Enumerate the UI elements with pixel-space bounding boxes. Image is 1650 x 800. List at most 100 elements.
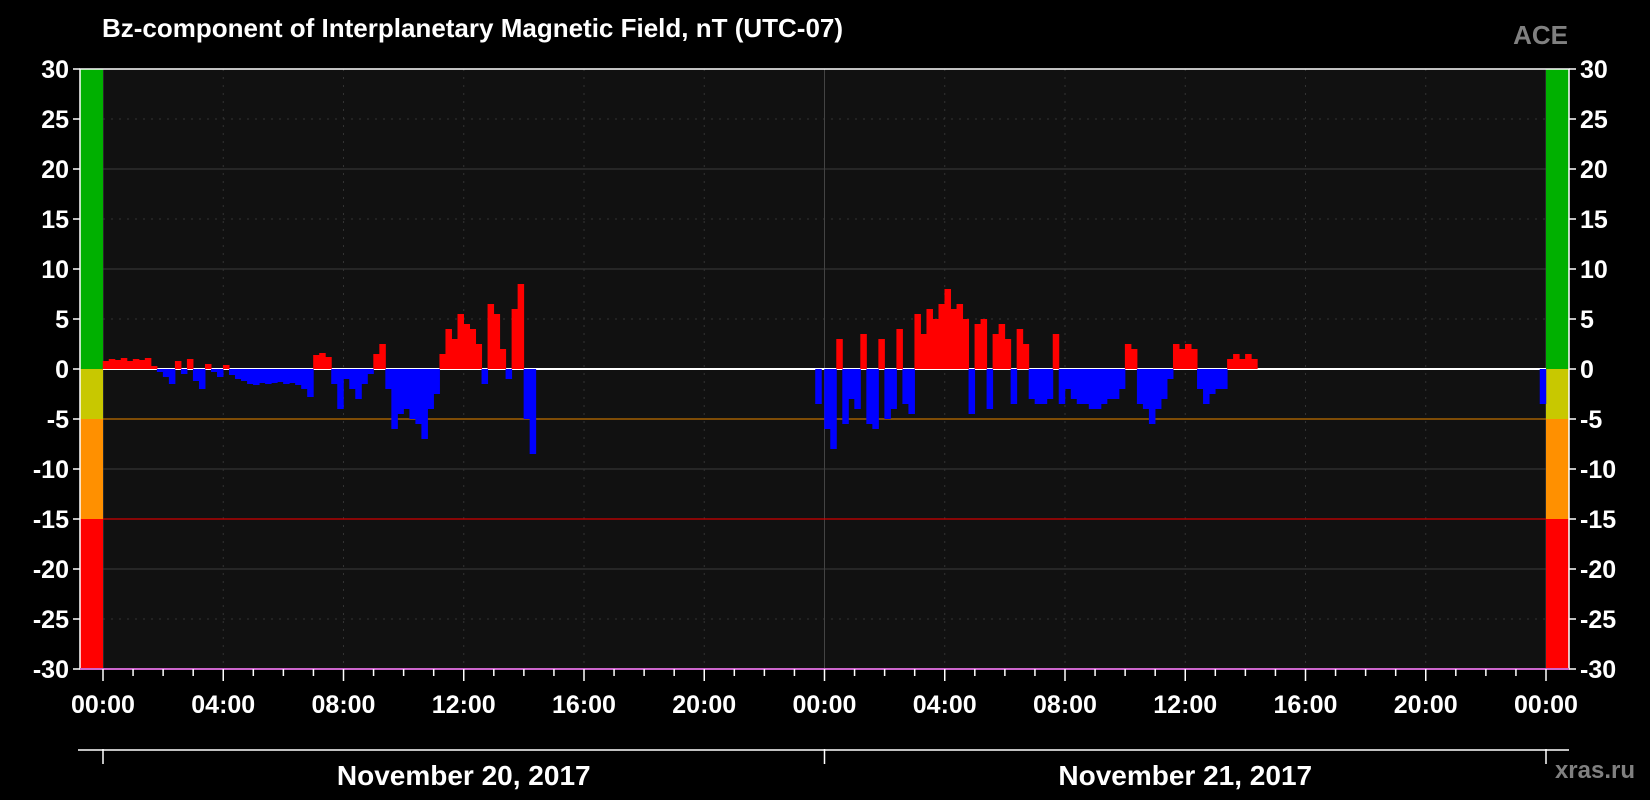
scale-band-left	[80, 69, 103, 369]
data-bar	[1203, 369, 1210, 404]
data-bar	[1191, 349, 1198, 369]
data-bar	[908, 369, 915, 414]
data-bar	[836, 339, 843, 369]
data-bar	[824, 369, 831, 429]
x-tick-label: 08:00	[1033, 691, 1097, 719]
scale-band-right	[1546, 519, 1569, 669]
x-tick-label: 00:00	[1514, 691, 1578, 719]
y-tick-label-left: 30	[41, 56, 69, 84]
x-tick-label: 04:00	[191, 691, 255, 719]
data-bar	[114, 360, 122, 369]
data-bar	[884, 369, 891, 419]
data-bar	[397, 369, 404, 414]
data-bar	[890, 369, 897, 409]
scale-band-right	[1546, 419, 1569, 519]
data-bar	[463, 324, 471, 369]
data-bar	[499, 349, 507, 369]
x-tick-label: 12:00	[1153, 691, 1217, 719]
data-bar	[265, 369, 272, 384]
y-tick-label-right: 5	[1580, 306, 1594, 334]
data-bar	[253, 369, 260, 385]
data-bar	[180, 369, 188, 374]
data-bar	[872, 369, 879, 429]
y-tick-label-right: -30	[1580, 656, 1616, 684]
data-bar	[385, 369, 392, 389]
data-bar	[1227, 359, 1234, 369]
scale-band-right	[1546, 69, 1569, 369]
data-bar	[379, 344, 386, 369]
data-bar	[439, 354, 446, 369]
data-bar	[391, 369, 398, 429]
data-bar	[186, 359, 194, 369]
data-bar	[1124, 344, 1132, 369]
data-bar	[475, 344, 483, 369]
data-bar	[319, 353, 326, 369]
y-tick-label-left: -25	[33, 606, 69, 634]
data-bar	[493, 314, 501, 369]
data-bar	[815, 369, 822, 404]
data-bar	[409, 369, 416, 419]
x-tick-label: 20:00	[1394, 691, 1458, 719]
source-label: ACE	[1513, 20, 1568, 50]
data-bar	[325, 357, 332, 369]
y-tick-label-left: 5	[55, 306, 69, 334]
watermark: xras.ru	[1555, 757, 1635, 784]
data-bar	[457, 314, 464, 369]
y-tick-label-left: -20	[33, 556, 69, 584]
y-tick-label-right: -5	[1580, 406, 1602, 434]
data-bar	[1209, 369, 1216, 394]
data-bar	[998, 324, 1006, 369]
y-tick-label-left: -5	[47, 406, 69, 434]
data-bar	[1082, 369, 1090, 404]
x-tick-label: 08:00	[312, 691, 376, 719]
data-bar	[1094, 369, 1102, 409]
data-bar	[523, 369, 531, 419]
data-bar	[1233, 354, 1240, 369]
data-bar	[1239, 359, 1246, 369]
data-bar	[331, 369, 338, 384]
data-bar	[1070, 369, 1078, 399]
data-bar	[956, 304, 964, 369]
data-bar	[878, 339, 885, 369]
data-bar	[842, 369, 849, 424]
data-bar	[126, 361, 134, 369]
data-bar	[1221, 369, 1228, 389]
y-tick-label-right: 20	[1580, 156, 1608, 184]
data-bar	[1142, 369, 1150, 409]
data-bar	[1016, 329, 1024, 369]
data-bar	[1034, 369, 1042, 404]
data-bar	[1539, 369, 1547, 404]
y-tick-label-left: -30	[33, 656, 69, 684]
data-bar	[1172, 344, 1180, 369]
data-bar	[1004, 339, 1012, 369]
data-bar	[223, 365, 230, 369]
data-bar	[1166, 369, 1174, 379]
data-bar	[156, 369, 164, 372]
data-bar	[138, 360, 146, 369]
y-tick-label-right: 30	[1580, 56, 1608, 84]
data-bar	[1185, 344, 1192, 369]
y-tick-label-left: -15	[33, 506, 69, 534]
data-bar	[1251, 359, 1258, 369]
data-bar	[229, 369, 236, 375]
data-bar	[1136, 369, 1144, 404]
chart-title: Bz-component of Interplanetary Magnetic …	[102, 13, 843, 43]
data-bar	[283, 369, 290, 384]
data-bar	[487, 304, 495, 369]
data-bar	[367, 369, 374, 374]
x-tick-label: 16:00	[1274, 691, 1338, 719]
data-bar	[914, 314, 921, 369]
x-tick-label: 12:00	[432, 691, 496, 719]
data-bar	[313, 355, 320, 369]
data-bar	[403, 369, 410, 409]
y-tick-label-right: -10	[1580, 456, 1616, 484]
y-tick-label-right: 15	[1580, 206, 1608, 234]
data-bar	[301, 369, 308, 389]
data-bar	[108, 359, 116, 369]
data-bar	[1040, 369, 1048, 404]
data-bar	[986, 369, 994, 409]
scale-band-left	[80, 419, 103, 519]
data-bar	[962, 319, 970, 369]
data-bar	[481, 369, 489, 384]
data-bar	[1148, 369, 1156, 424]
